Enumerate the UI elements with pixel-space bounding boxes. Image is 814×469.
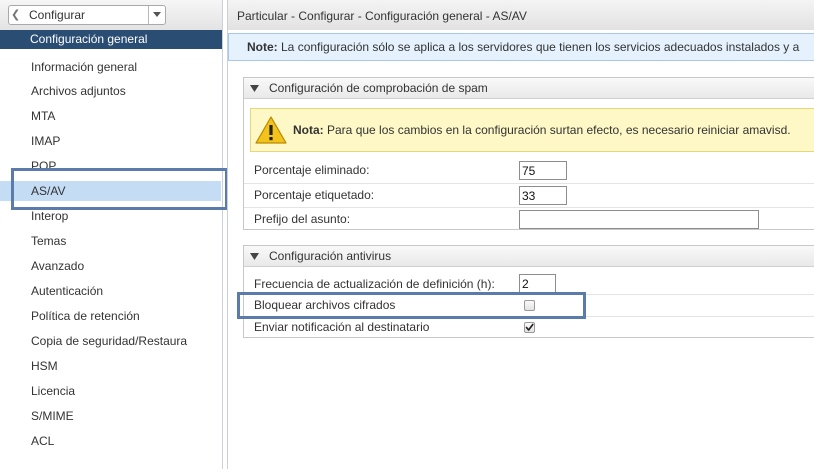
spam-settings-panel: Configuración de comprobación de spam No… <box>243 77 814 230</box>
notify-recipient-checkbox[interactable] <box>524 322 535 333</box>
subject-prefix-input[interactable] <box>519 210 759 229</box>
nav-item-hsm[interactable]: HSM <box>0 356 221 376</box>
back-dropdown-label: Configurar <box>29 8 86 22</box>
update-frequency-label: Frecuencia de actualización de definició… <box>254 277 495 291</box>
nav-item-pop[interactable]: POP <box>0 156 221 176</box>
warning-label: Nota: <box>293 123 324 137</box>
nav-item-autenticacion[interactable]: Autenticación <box>0 281 221 301</box>
block-encrypted-row: Bloquear archivos cifrados <box>244 294 814 316</box>
subject-prefix-row: Prefijo del asunto: <box>244 207 814 231</box>
nav-item-temas[interactable]: Temas <box>0 231 221 251</box>
spam-panel-title: Configuración de comprobación de spam <box>269 81 488 95</box>
nav-item-avanzado[interactable]: Avanzado <box>0 256 221 276</box>
note-text: La configuración sólo se aplica a los se… <box>277 40 800 54</box>
nav-toolbar: ❮ Configurar <box>0 0 222 30</box>
nav-item-licencia[interactable]: Licencia <box>0 381 221 401</box>
checkmark-icon <box>525 323 534 331</box>
subject-prefix-label: Prefijo del asunto: <box>254 212 351 226</box>
nav-section-header[interactable]: Configuración general <box>0 30 222 49</box>
nav-item-informacion-general[interactable]: Información general <box>0 57 221 77</box>
update-frequency-row: Frecuencia de actualización de definició… <box>244 272 814 294</box>
restart-warning-box: Nota: Para que los cambios en la configu… <box>250 108 814 152</box>
notify-recipient-label: Enviar notificación al destinatario <box>254 320 430 334</box>
nav-item-interop[interactable]: Interop <box>0 206 221 226</box>
kill-percent-input[interactable] <box>519 161 567 180</box>
kill-percent-label: Porcentaje eliminado: <box>254 163 370 177</box>
nav-item-smime[interactable]: S/MIME <box>0 406 221 426</box>
warning-icon <box>255 116 287 144</box>
tag-percent-row: Porcentaje etiquetado: <box>244 183 814 207</box>
tag-percent-label: Porcentaje etiquetado: <box>254 188 375 202</box>
back-chevron-icon: ❮ <box>11 9 21 21</box>
block-encrypted-checkbox[interactable] <box>524 300 535 311</box>
notify-recipient-row: Enviar notificación al destinatario <box>244 316 814 337</box>
back-dropdown[interactable]: ❮ Configurar <box>8 5 166 25</box>
nav-item-acl[interactable]: ACL <box>0 431 221 451</box>
left-navigation-panel: ❮ Configurar Configuración general Infor… <box>0 0 228 469</box>
antivirus-panel-header[interactable]: Configuración antivirus <box>244 246 814 267</box>
content-pane: Particular - Configurar - Configuración … <box>227 0 814 469</box>
nav-item-politica-de-retencion[interactable]: Política de retención <box>0 306 221 326</box>
info-note-bar: Note: La configuración sólo se aplica a … <box>228 33 814 61</box>
collapse-triangle-icon[interactable] <box>250 85 259 92</box>
nav-item-imap[interactable]: IMAP <box>0 131 221 151</box>
nav-item-asav[interactable]: AS/AV <box>0 181 221 201</box>
antivirus-panel-title: Configuración antivirus <box>269 249 392 263</box>
note-label: Note: <box>247 40 278 54</box>
tag-percent-input[interactable] <box>519 186 567 205</box>
collapse-triangle-icon[interactable] <box>250 253 259 260</box>
block-encrypted-label: Bloquear archivos cifrados <box>254 298 396 312</box>
nav-item-mta[interactable]: MTA <box>0 106 221 126</box>
update-frequency-input[interactable] <box>519 274 556 293</box>
kill-percent-row: Porcentaje eliminado: <box>244 159 814 183</box>
dropdown-arrow-icon[interactable] <box>148 6 165 24</box>
nav-item-archivos-adjuntos[interactable]: Archivos adjuntos <box>0 81 221 101</box>
nav-item-copia-de-seguridad[interactable]: Copia de seguridad/Restaura <box>0 331 221 351</box>
warning-message: Nota: Para que los cambios en la configu… <box>293 109 791 151</box>
antivirus-settings-panel: Configuración antivirus Frecuencia de ac… <box>243 245 814 338</box>
spam-panel-header[interactable]: Configuración de comprobación de spam <box>244 78 814 99</box>
warning-text: Para que los cambios en la configuración… <box>323 123 791 137</box>
page-title: Particular - Configurar - Configuración … <box>228 0 814 30</box>
